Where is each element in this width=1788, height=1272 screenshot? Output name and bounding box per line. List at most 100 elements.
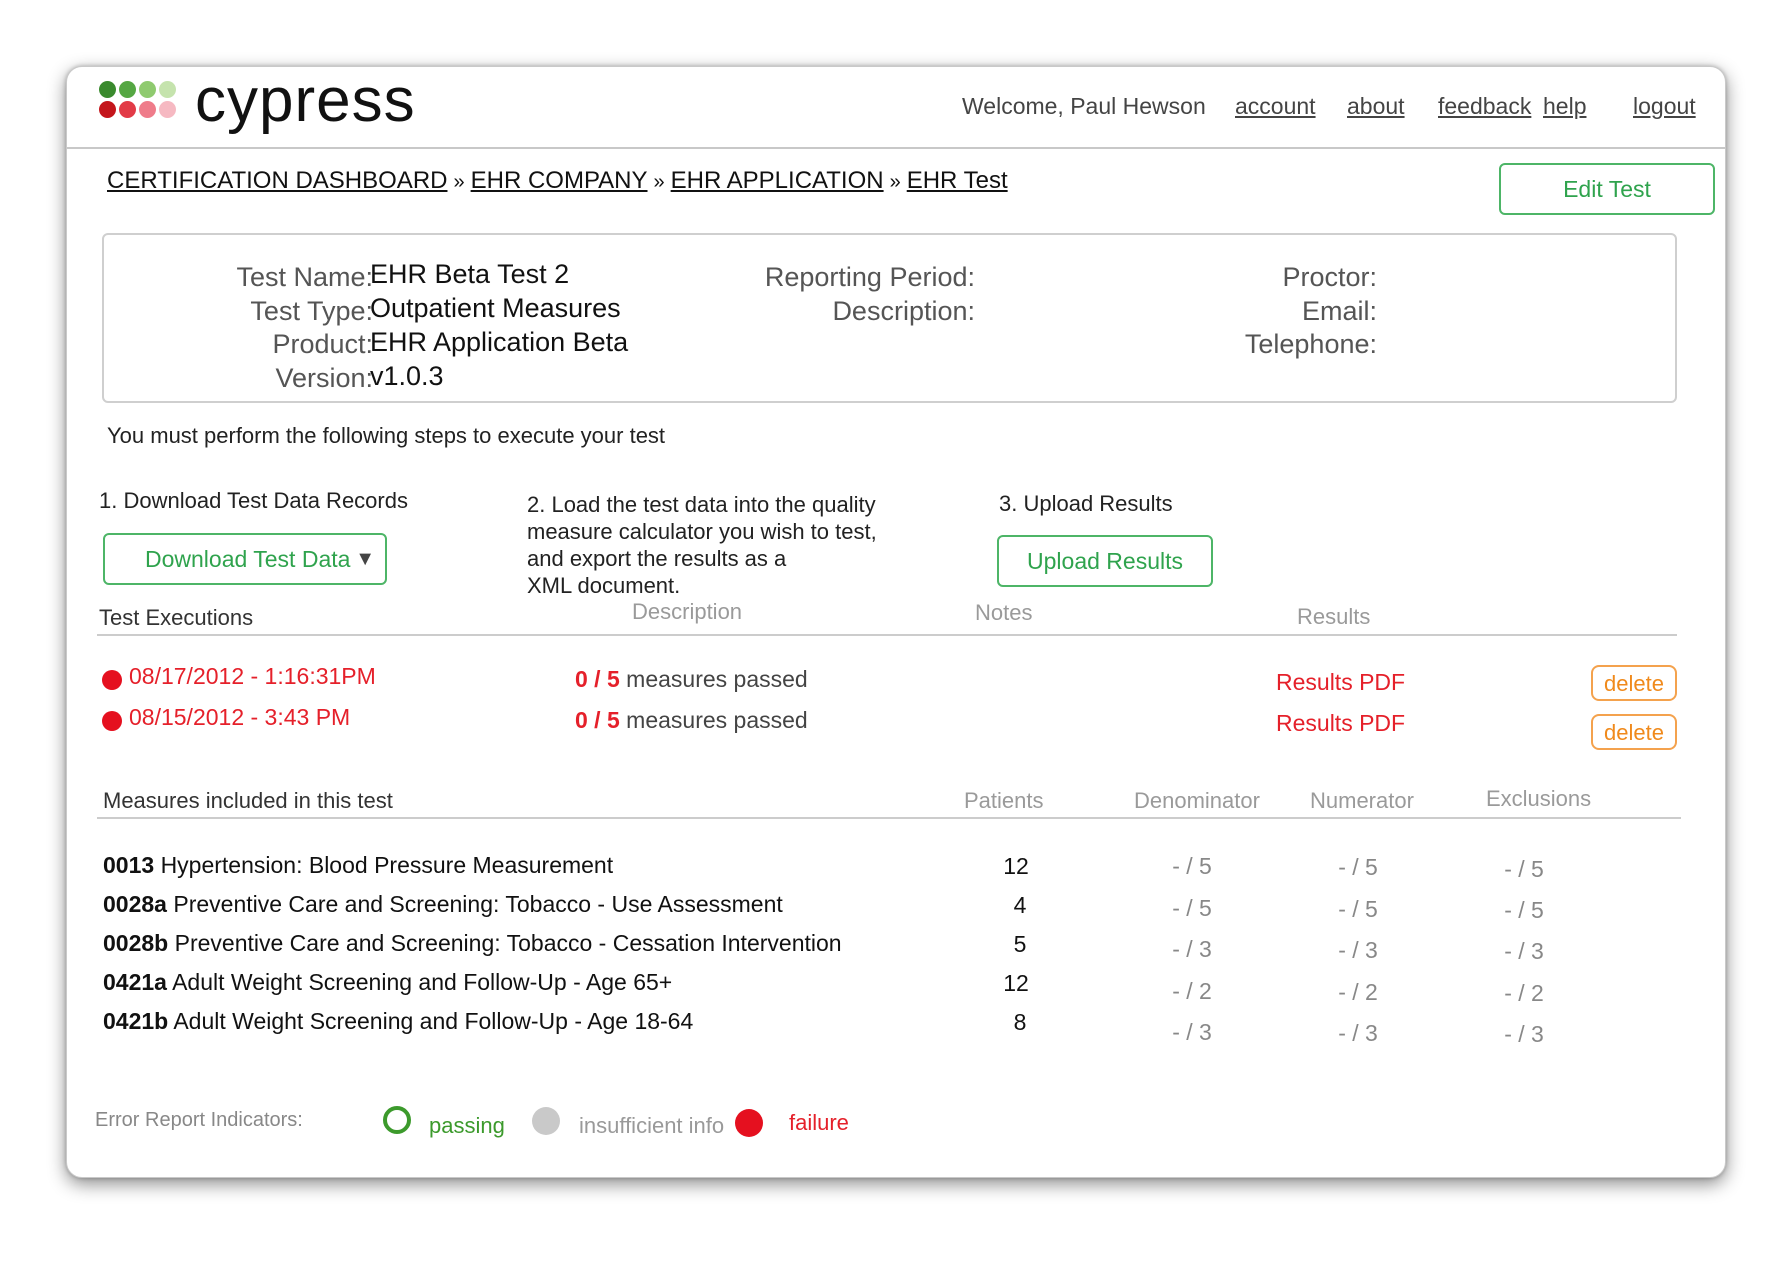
version-value: v1.0.3: [370, 361, 444, 391]
measure-exclusions: - / 5: [1504, 856, 1544, 882]
execution-date[interactable]: 08/17/2012 - 1:16:31PM: [129, 663, 376, 690]
execution-score: 0 / 5: [575, 666, 620, 692]
version-label: Version:: [275, 363, 373, 393]
edit-test-button[interactable]: Edit Test: [1499, 163, 1715, 215]
executions-description-header: Description: [632, 599, 743, 624]
breadcrumb-separator: »: [653, 171, 665, 193]
executions-title: Test Executions: [99, 605, 254, 630]
step2-line: 2. Load the test data into the quality: [527, 492, 876, 517]
measures-divider: [97, 817, 1681, 819]
account-link[interactable]: account: [1235, 93, 1316, 119]
test-name-label: Test Name:: [236, 262, 373, 292]
feedback-link[interactable]: feedback: [1438, 93, 1531, 119]
download-test-data-button[interactable]: Download Test Data ▼: [103, 533, 387, 585]
denominator-header: Denominator: [1134, 788, 1260, 813]
passing-indicator-icon: [383, 1106, 411, 1134]
app-window: cypress Welcome, Paul Hewson account abo…: [66, 66, 1726, 1178]
cypress-logo-icon: [99, 81, 189, 125]
legend-passing-label: passing: [429, 1113, 505, 1138]
description-label: Description:: [832, 296, 975, 326]
measure-patients: 4: [1013, 892, 1027, 918]
measure-id: 0421b: [103, 1008, 169, 1034]
test-info-panel: Test Name: EHR Beta Test 2 Test Type: Ou…: [102, 233, 1677, 403]
legend-failure-label: failure: [789, 1110, 849, 1135]
reporting-period-label: Reporting Period:: [764, 262, 975, 292]
numerator-header: Numerator: [1310, 788, 1414, 813]
results-pdf-link[interactable]: Results PDF: [1276, 669, 1405, 696]
patients-header: Patients: [964, 788, 1044, 813]
legend-insufficient-label: insufficient info: [579, 1113, 725, 1138]
breadcrumb-test[interactable]: EHR Test: [907, 167, 1008, 194]
measure-denominator: - / 2: [1172, 978, 1212, 1004]
executions-notes-header: Notes: [975, 600, 1033, 625]
delete-button[interactable]: delete: [1591, 714, 1677, 750]
executions-results-header: Results: [1297, 604, 1371, 629]
help-link[interactable]: help: [1543, 93, 1586, 119]
chevron-down-icon: ▼: [355, 548, 375, 570]
measure-patients: 12: [1003, 853, 1029, 879]
step3-label: 3. Upload Results: [999, 491, 1173, 516]
breadcrumb-application[interactable]: EHR APPLICATION: [671, 167, 884, 194]
measure-numerator: - / 3: [1338, 1020, 1378, 1046]
breadcrumb-company[interactable]: EHR COMPANY: [471, 167, 648, 194]
measure-denominator: - / 5: [1172, 853, 1212, 879]
step2-line: measure calculator you wish to test,: [527, 519, 877, 544]
logout-link[interactable]: logout: [1633, 93, 1696, 119]
breadcrumb: CERTIFICATION DASHBOARD» EHR COMPANY» EHR …: [107, 167, 1008, 195]
execution-score-text: measures passed: [626, 666, 808, 692]
measure-id: 0013: [103, 852, 155, 878]
welcome-text: Welcome, Paul Hewson: [962, 93, 1206, 119]
measure-name: Preventive Care and Screening: Tobacco -…: [174, 930, 842, 956]
results-pdf-link[interactable]: Results PDF: [1276, 710, 1405, 737]
test-name-value: EHR Beta Test 2: [370, 259, 570, 289]
measure-name: Adult Weight Screening and Follow-Up - A…: [172, 969, 673, 995]
test-type-label: Test Type:: [250, 296, 373, 326]
measure-exclusions: - / 5: [1504, 897, 1544, 923]
top-header: cypress Welcome, Paul Hewson account abo…: [67, 66, 1725, 149]
measure-numerator: - / 2: [1338, 979, 1378, 1005]
product-label: Product:: [272, 329, 373, 359]
step1-label: 1. Download Test Data Records: [99, 488, 408, 513]
step2-line: and export the results as a: [527, 546, 787, 571]
download-test-data-label: Download Test Data: [145, 546, 351, 572]
step2-text: 2. Load the test data into the quality m…: [527, 491, 877, 599]
product-value: EHR Application Beta: [370, 327, 629, 357]
legend-title: Error Report Indicators:: [95, 1109, 303, 1131]
proctor-label: Proctor:: [1282, 262, 1377, 292]
measure-denominator: - / 5: [1172, 895, 1212, 921]
failure-indicator-icon: [735, 1109, 763, 1137]
execution-score-text: measures passed: [626, 707, 808, 733]
email-label: Email:: [1301, 296, 1377, 326]
measure-numerator: - / 5: [1338, 854, 1378, 880]
measure-id: 0028a: [103, 891, 167, 917]
measure-exclusions: - / 3: [1504, 1021, 1544, 1047]
executions-divider: [97, 634, 1677, 636]
measure-denominator: - / 3: [1172, 1019, 1212, 1045]
measure-patients: 8: [1013, 1009, 1027, 1035]
measure-numerator: - / 3: [1338, 937, 1378, 963]
insufficient-info-indicator-icon: [532, 1107, 560, 1135]
breadcrumb-separator: »: [453, 171, 465, 193]
failure-status-icon: [102, 670, 122, 690]
execution-score: 0 / 5: [575, 707, 620, 733]
exclusions-header: Exclusions: [1486, 786, 1592, 811]
about-link[interactable]: about: [1347, 93, 1405, 119]
measures-title: Measures included in this test: [103, 788, 393, 813]
app-logo-text: cypress: [195, 66, 416, 135]
measure-id: 0421a: [103, 969, 167, 995]
steps-intro: You must perform the following steps to …: [107, 423, 666, 448]
breadcrumb-dashboard[interactable]: CERTIFICATION DASHBOARD: [107, 167, 447, 194]
measure-name: Hypertension: Blood Pressure Measurement: [160, 852, 614, 878]
measure-patients: 12: [1003, 970, 1029, 996]
measure-name: Adult Weight Screening and Follow-Up - A…: [173, 1008, 694, 1034]
measure-exclusions: - / 3: [1504, 938, 1544, 964]
measure-denominator: - / 3: [1172, 936, 1212, 962]
measure-id: 0028b: [103, 930, 169, 956]
measure-numerator: - / 5: [1338, 896, 1378, 922]
measure-exclusions: - / 2: [1504, 980, 1544, 1006]
telephone-label: Telephone:: [1244, 329, 1377, 359]
delete-button[interactable]: delete: [1591, 665, 1677, 701]
upload-results-button[interactable]: Upload Results: [997, 535, 1213, 587]
execution-date[interactable]: 08/15/2012 - 3:43 PM: [129, 704, 350, 731]
step2-line: XML document.: [527, 573, 681, 598]
